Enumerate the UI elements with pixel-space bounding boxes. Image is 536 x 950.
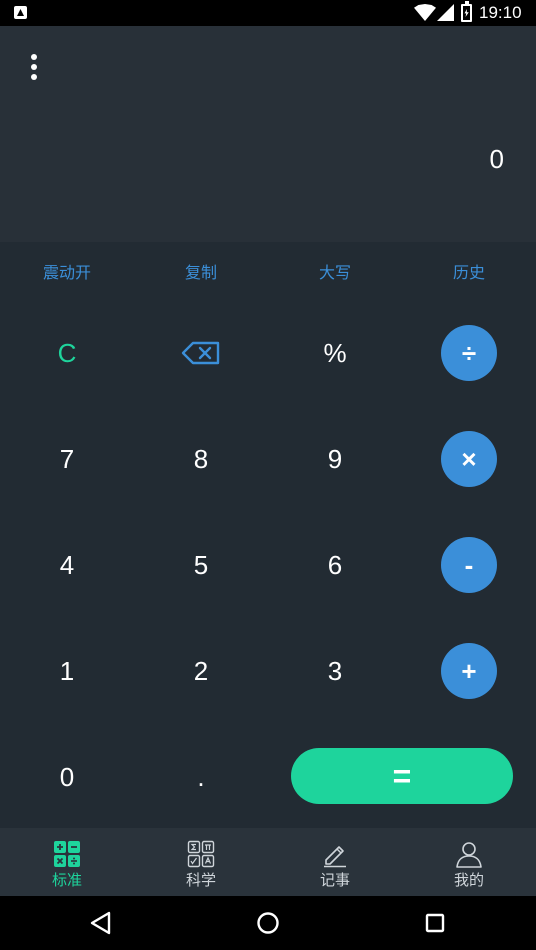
minus-label: - (441, 537, 497, 593)
decimal-point-button[interactable]: . (134, 724, 268, 830)
tab-scientific-label: 科学 (185, 871, 216, 889)
multiply-label: × (441, 431, 497, 487)
backspace-button[interactable] (134, 300, 268, 406)
tab-notes-label: 记事 (319, 871, 350, 889)
tab-standard-label: 标准 (51, 871, 82, 889)
tab-profile[interactable]: 我的 (402, 828, 536, 896)
notes-edit-icon (324, 846, 346, 868)
result-value: 0 (489, 144, 504, 174)
app-notification-icon (14, 6, 27, 19)
clear-button[interactable]: C (0, 300, 134, 406)
back-icon[interactable] (86, 908, 116, 938)
digit-2-button[interactable]: 2 (134, 618, 268, 724)
digit-9-button[interactable]: 9 (268, 406, 402, 512)
equals-button[interactable]: = (291, 748, 513, 804)
scientific-calculator-icon (187, 840, 215, 868)
copy-button[interactable]: 复制 (134, 242, 268, 300)
plus-label: + (441, 643, 497, 699)
digit-6-button[interactable]: 6 (268, 512, 402, 618)
bottom-tab-bar: 标准 科学 记事 我的 (0, 828, 536, 896)
more-vert-icon-dot (31, 64, 37, 70)
status-bar: 19:10 (0, 0, 536, 26)
plus-button[interactable]: + (402, 618, 536, 724)
percent-button[interactable]: % (268, 300, 402, 406)
cell-signal-icon (437, 4, 454, 21)
tab-scientific[interactable]: 科学 (134, 828, 268, 896)
tab-notes[interactable]: 记事 (268, 828, 402, 896)
keypad: 震动开 复制 大写 历史 C % ÷ 7 8 9 × 4 5 6 - 1 2 3… (0, 242, 536, 828)
function-row: 震动开 复制 大写 历史 (0, 242, 536, 300)
battery-charging-icon (461, 1, 472, 22)
system-navigation-bar (0, 896, 536, 950)
profile-icon (456, 842, 482, 868)
tab-standard[interactable]: 标准 (0, 828, 134, 896)
more-options-button[interactable] (22, 50, 46, 84)
recent-apps-icon[interactable] (420, 908, 450, 938)
uppercase-button[interactable]: 大写 (268, 242, 402, 300)
divide-label: ÷ (441, 325, 497, 381)
minus-button[interactable]: - (402, 512, 536, 618)
home-icon[interactable] (253, 908, 283, 938)
vibration-toggle-button[interactable]: 震动开 (0, 242, 134, 300)
tab-profile-label: 我的 (453, 871, 484, 889)
backspace-icon (181, 341, 220, 365)
digit-1-button[interactable]: 1 (0, 618, 134, 724)
digit-8-button[interactable]: 8 (134, 406, 268, 512)
history-button[interactable]: 历史 (402, 242, 536, 300)
more-vert-icon-dot (31, 74, 37, 80)
digit-0-button[interactable]: 0 (0, 724, 134, 830)
standard-calculator-icon (54, 841, 80, 867)
wifi-icon (414, 4, 436, 21)
calculator-display: 0 (0, 26, 536, 242)
digit-4-button[interactable]: 4 (0, 512, 134, 618)
digit-7-button[interactable]: 7 (0, 406, 134, 512)
multiply-button[interactable]: × (402, 406, 536, 512)
divide-button[interactable]: ÷ (402, 300, 536, 406)
more-vert-icon (31, 54, 37, 60)
digit-5-button[interactable]: 5 (134, 512, 268, 618)
status-time: 19:10 (479, 3, 522, 22)
digit-3-button[interactable]: 3 (268, 618, 402, 724)
